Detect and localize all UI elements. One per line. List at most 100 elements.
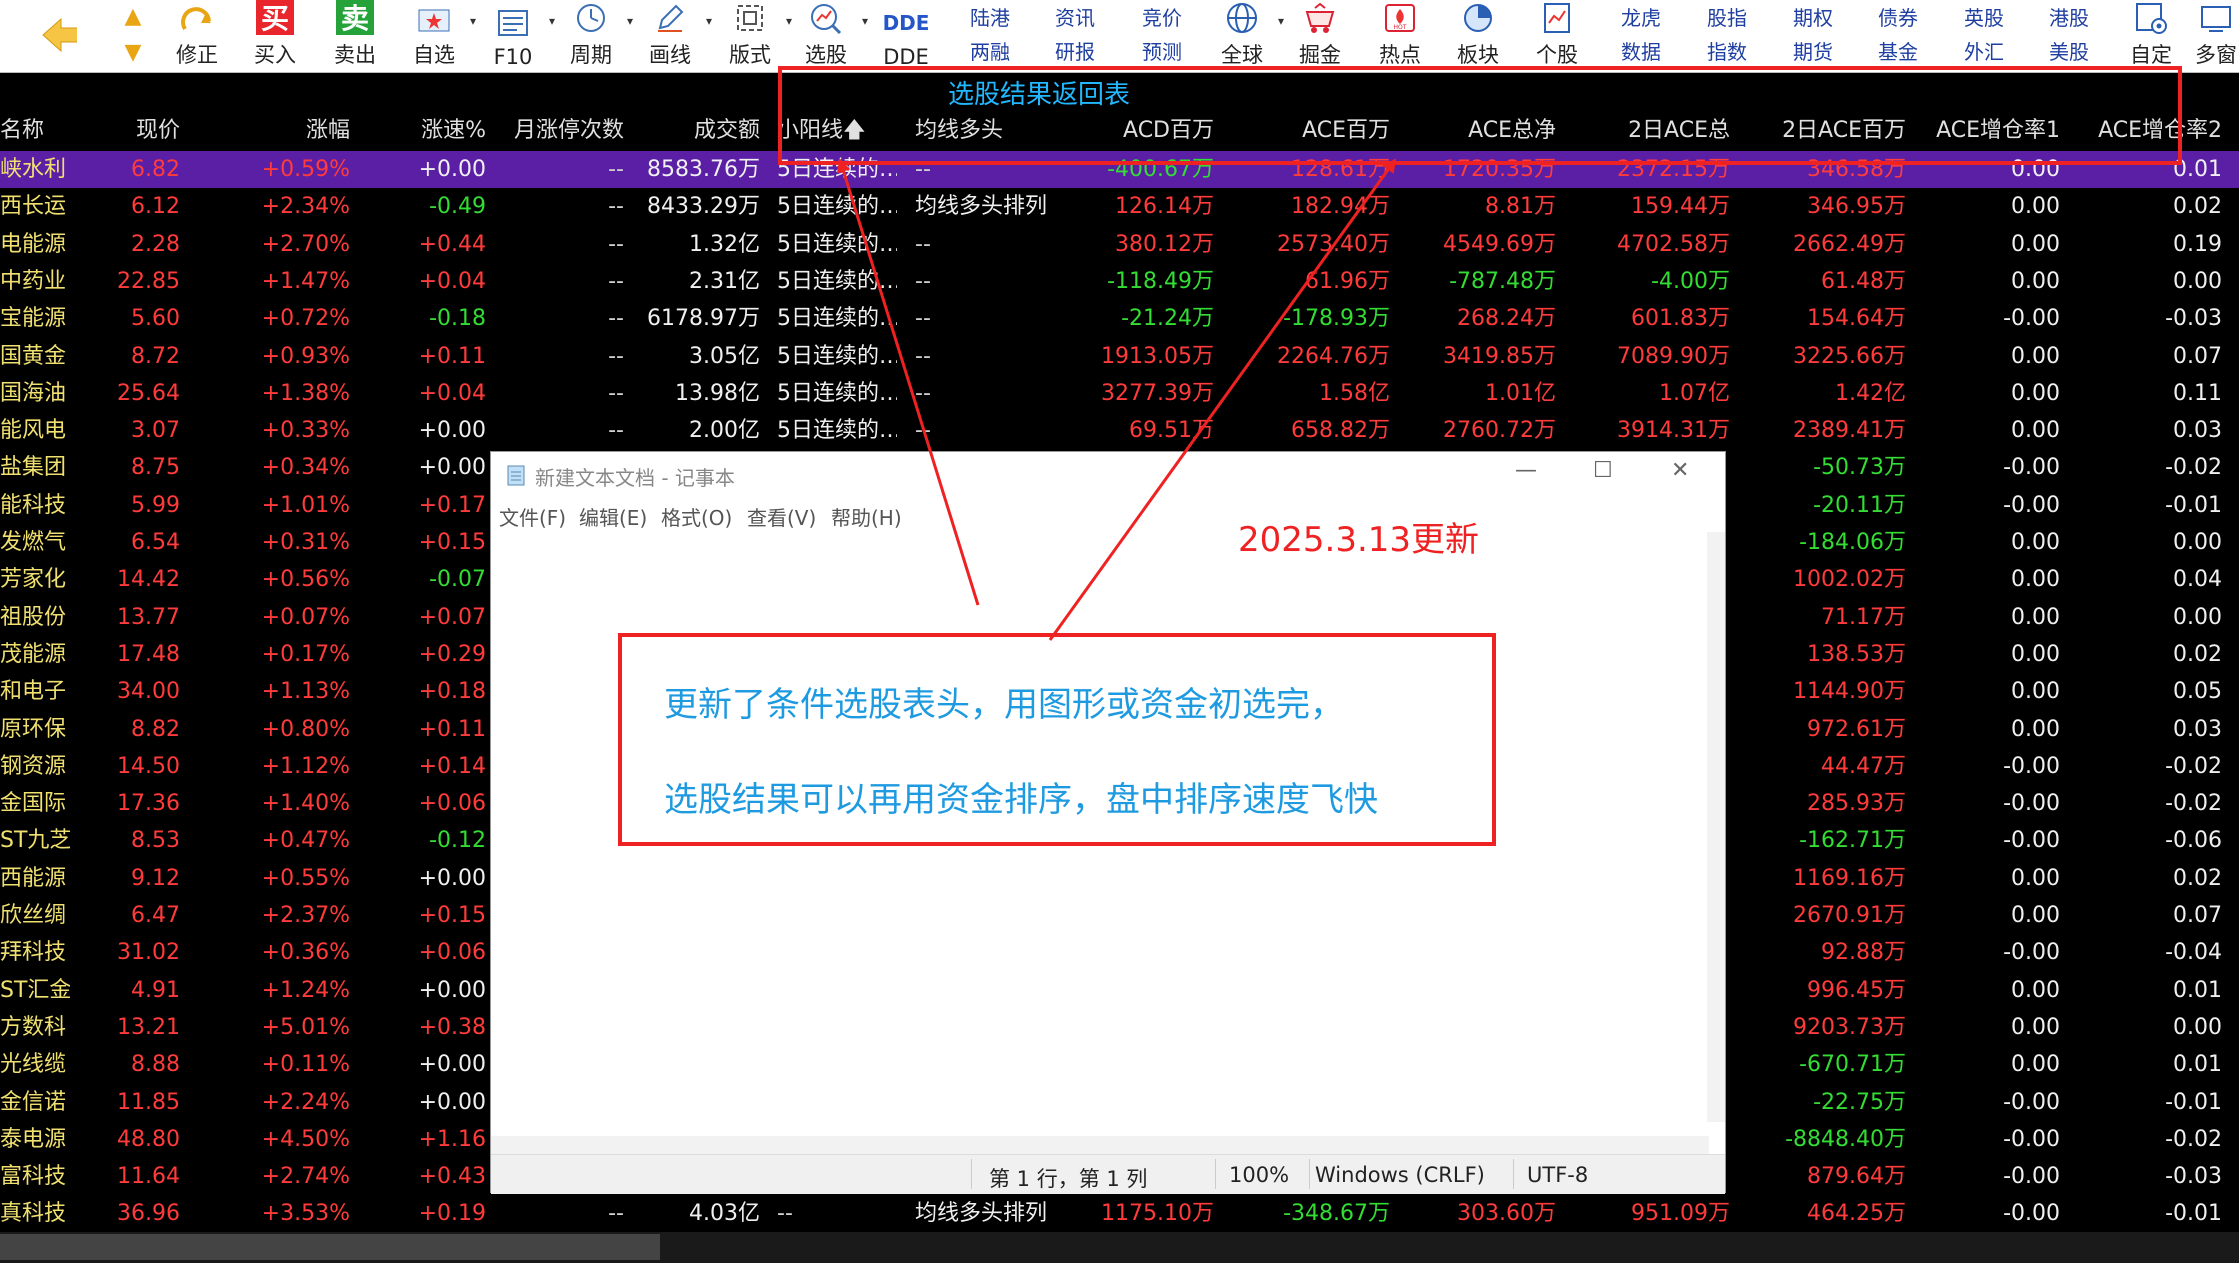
table-row[interactable]: 宝能源 5.60 +0.72% -0.18 -- 6178.97万 5日连续的… -- -21.… [0, 300, 2239, 337]
toolbar-button-sell[interactable]: 卖卖出 [325, 0, 385, 73]
nav-down-button[interactable]: ▼ [118, 38, 148, 68]
column-header[interactable]: 成交额 [640, 111, 760, 151]
table-scroll-thumb[interactable] [0, 1234, 660, 1260]
dropdown-caret-icon[interactable]: ▾ [549, 14, 555, 28]
quick-link-bottom-1[interactable]: 研报 [1035, 34, 1115, 67]
toolbar-button-mine-cart[interactable]: 掘金 [1290, 0, 1350, 73]
table-cell: +0.04 [418, 380, 486, 406]
column-header[interactable]: 涨幅 [240, 111, 350, 151]
table-cell: -0.02 [2165, 1126, 2222, 1152]
toolbar-button-buy[interactable]: 买买入 [245, 0, 305, 73]
table-row[interactable]: 电能源 2.28 +2.70% +0.44 -- 1.32亿 5日连续的… -- 380.12万… [0, 226, 2239, 263]
table-row[interactable]: 能风电 3.07 +0.33% +0.00 -- 2.00亿 5日连续的… -- 69.51万 6… [0, 412, 2239, 449]
table-cell: -- [915, 418, 931, 444]
sell-icon: 卖 [336, 0, 374, 35]
toolbar-button-dde[interactable]: DDE DDE [876, 0, 936, 73]
table-cell: -50.73万 [1813, 455, 1906, 481]
table-cell: +0.59% [261, 157, 350, 182]
table-row[interactable]: 中药业 22.85 +1.47% +0.04 -- 2.31亿 5日连续的… -- -118.4… [0, 263, 2239, 300]
quick-link-bottom-6[interactable]: 基金 [1858, 34, 1938, 67]
quick-link-bottom-8[interactable]: 美股 [2029, 34, 2109, 67]
toolbar-button-stock-doc[interactable]: 个股 [1527, 0, 1587, 73]
toolbar-button-f10[interactable]: F10 ▾ [483, 0, 555, 73]
table-cell: 879.64万 [1807, 1164, 1906, 1190]
quick-link-5[interactable]: 期权 [1773, 0, 1853, 33]
pencil-icon [651, 0, 689, 35]
toolbar-button-repair[interactable]: 修正 [167, 0, 227, 73]
table-cell: +3.53% [261, 1201, 350, 1227]
quick-link-bottom-0[interactable]: 两融 [950, 34, 1030, 67]
quick-link-3[interactable]: 龙虎 [1601, 0, 1681, 33]
table-row[interactable]: 真科技 36.96 +3.53% +0.19 -- 4.03亿 -- 均线多头排列 1175.1… [0, 1195, 2239, 1232]
menu-view[interactable]: 查看(V) [747, 502, 816, 531]
table-row[interactable]: 国黄金 8.72 +0.93% +0.11 -- 3.05亿 5日连续的… -- 1913.05… [0, 338, 2239, 375]
notepad-vertical-scrollbar[interactable] [1707, 532, 1725, 1122]
quick-link-7[interactable]: 英股 [1944, 0, 2024, 33]
menu-edit[interactable]: 编辑(E) [579, 502, 647, 531]
toolbar-button-multi-window[interactable]: 多窗 [2186, 0, 2239, 73]
table-cell: +0.11 [418, 716, 486, 742]
table-row[interactable]: 国海油 25.64 +1.38% +0.04 -- 13.98亿 5日连续的… -- 3277.… [0, 375, 2239, 412]
toolbar-button-layout[interactable]: 版式 ▾ [720, 0, 792, 73]
table-cell: -0.04 [2165, 940, 2222, 966]
minimize-button[interactable]: — [1515, 458, 1537, 483]
table-cell: -- [915, 231, 931, 257]
quick-link-bottom-2[interactable]: 预测 [1122, 34, 1202, 67]
quick-link-bottom-3[interactable]: 数据 [1601, 34, 1681, 67]
toolbar-button-folder-star[interactable]: 自选 ▾ [404, 0, 476, 73]
dropdown-caret-icon[interactable]: ▾ [627, 14, 633, 28]
menu-file[interactable]: 文件(F) [499, 502, 566, 531]
table-cell: -0.03 [2165, 306, 2222, 332]
dropdown-caret-icon[interactable]: ▾ [862, 14, 868, 28]
nav-up-button[interactable]: ▲ [118, 2, 148, 32]
quick-link-8[interactable]: 港股 [2029, 0, 2109, 33]
quick-link-bottom-5[interactable]: 期货 [1773, 34, 1853, 67]
toolbar-button-label: 自选 [413, 43, 455, 67]
table-cell: 欣丝绸 [0, 903, 67, 928]
toolbar-button-pie[interactable]: 板块 [1448, 0, 1508, 73]
toolbar-button-clock[interactable]: 周期 ▾ [561, 0, 633, 73]
table-cell: 能科技 [0, 492, 67, 518]
table-cell: 25.64 [117, 380, 180, 406]
close-button[interactable]: ✕ [1671, 458, 1689, 483]
table-cell: 11.85 [117, 1089, 180, 1115]
quick-link-2[interactable]: 竞价 [1122, 0, 1202, 33]
toolbar-button-globe[interactable]: 全球 ▾ [1212, 0, 1284, 73]
table-row[interactable]: 西长运 6.12 +2.34% -0.49 -- 8433.29万 5日连续的… 均线多头排列… [0, 188, 2239, 225]
quick-link-bottom-4[interactable]: 指数 [1687, 34, 1767, 67]
notepad-titlebar[interactable]: 新建文本文档 - 记事本 — ☐ ✕ [491, 452, 1725, 498]
notepad-text-area[interactable] [491, 532, 1709, 1190]
dropdown-caret-icon[interactable]: ▾ [1278, 14, 1284, 28]
menu-help[interactable]: 帮助(H) [831, 502, 902, 531]
column-header[interactable]: 名称 [0, 111, 70, 151]
quick-link-6[interactable]: 债券 [1858, 0, 1938, 33]
table-cell: 盐集团 [0, 455, 67, 481]
table-cell: 285.93万 [1807, 791, 1906, 817]
dropdown-caret-icon[interactable]: ▾ [706, 14, 712, 28]
column-header[interactable]: 现价 [90, 111, 180, 151]
table-cell: -0.01 [2165, 492, 2222, 518]
quick-link-0[interactable]: 陆港 [950, 0, 1030, 33]
toolbar-button-back-arrow[interactable] [28, 0, 88, 73]
column-header[interactable]: 月涨停次数 [500, 111, 624, 151]
toolbar-button-pencil[interactable]: 画线 ▾ [640, 0, 712, 73]
maximize-button[interactable]: ☐ [1593, 458, 1613, 483]
table-cell: -0.00 [2003, 306, 2060, 332]
quick-link-1[interactable]: 资讯 [1035, 0, 1115, 33]
toolbar-button-custom[interactable]: 自定 [2121, 0, 2181, 73]
table-cell: +0.33% [261, 418, 350, 444]
column-header[interactable]: 涨速% [380, 111, 486, 151]
table-cell: 泰电源 [0, 1126, 67, 1152]
toolbar-button-hot[interactable]: HOT 热点 [1370, 0, 1430, 73]
dropdown-caret-icon[interactable]: ▾ [470, 14, 476, 28]
table-cell: +0.80% [261, 716, 350, 742]
table-cell: 0.00 [2011, 679, 2060, 705]
table-cell: 1.07亿 [1659, 380, 1730, 406]
quick-link-bottom-7[interactable]: 外汇 [1944, 34, 2024, 67]
quick-link-4[interactable]: 股指 [1687, 0, 1767, 33]
menu-format[interactable]: 格式(O) [661, 502, 732, 531]
toolbar-button-stock-pick[interactable]: 选股 ▾ [796, 0, 868, 73]
notepad-horizontal-scrollbar[interactable] [491, 1136, 1709, 1154]
dropdown-caret-icon[interactable]: ▾ [786, 14, 792, 28]
table-cell: +4.50% [261, 1126, 350, 1152]
